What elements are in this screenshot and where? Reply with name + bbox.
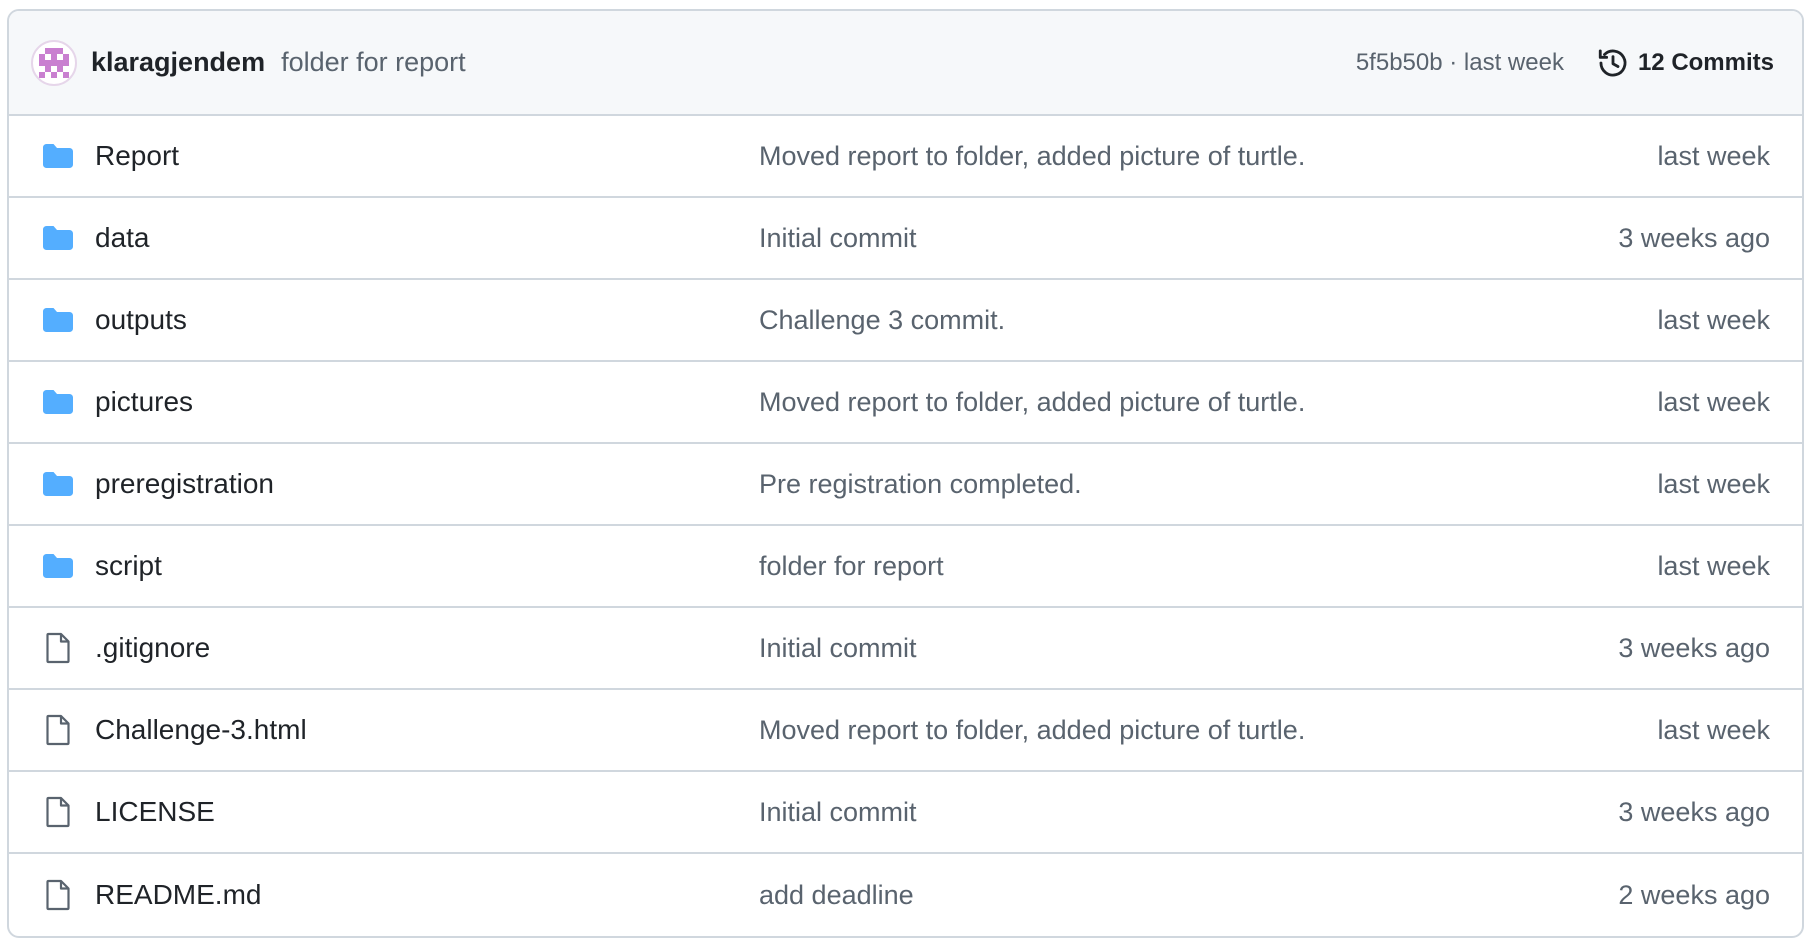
- file-icon: [41, 631, 75, 665]
- file-commit-message-link[interactable]: Moved report to folder, added picture of…: [759, 387, 1657, 418]
- file-commit-date: last week: [1657, 140, 1770, 171]
- folder-icon: [41, 467, 75, 501]
- file-name-link[interactable]: script: [95, 550, 759, 582]
- file-row[interactable]: pictures Moved report to folder, added pi…: [9, 362, 1802, 444]
- file-commit-date: last week: [1657, 386, 1770, 417]
- file-name-link[interactable]: pictures: [95, 386, 759, 418]
- commit-author-link[interactable]: klaragjendem: [91, 47, 265, 78]
- identicon-avatar[interactable]: [31, 39, 77, 86]
- file-icon: [41, 795, 75, 829]
- file-name-link[interactable]: Report: [95, 140, 759, 172]
- identicon-avatar-icon: [39, 47, 69, 78]
- file-name-link[interactable]: data: [95, 222, 759, 254]
- commits-count-label: 12 Commits: [1637, 48, 1774, 76]
- file-commit-message-link[interactable]: Moved report to folder, added picture of…: [759, 141, 1657, 172]
- file-commit-message-link[interactable]: Initial commit: [759, 633, 1618, 664]
- file-name-link[interactable]: preregistration: [95, 468, 759, 500]
- history-icon: [1596, 46, 1630, 80]
- file-commit-date: last week: [1657, 304, 1770, 335]
- file-name-link[interactable]: outputs: [95, 304, 759, 336]
- file-row[interactable]: README.md add deadline 2 weeks ago: [9, 854, 1802, 936]
- file-row[interactable]: .gitignore Initial commit 3 weeks ago: [9, 608, 1802, 690]
- folder-icon: [41, 139, 75, 173]
- latest-commit-message[interactable]: folder for report: [281, 47, 466, 78]
- commits-history-link[interactable]: 12 Commits: [1596, 46, 1774, 80]
- file-row[interactable]: outputs Challenge 3 commit. last week: [9, 280, 1802, 362]
- latest-commit-header: klaragjendem folder for report 5f5b50b ·…: [9, 11, 1802, 116]
- file-commit-date: 2 weeks ago: [1618, 879, 1770, 910]
- file-icon: [41, 878, 75, 912]
- file-commit-message-link[interactable]: Pre registration completed.: [759, 469, 1657, 500]
- file-commit-date: 3 weeks ago: [1618, 796, 1770, 827]
- file-list-box: klaragjendem folder for report 5f5b50b ·…: [7, 9, 1804, 938]
- file-name-link[interactable]: LICENSE: [95, 796, 759, 828]
- file-commit-message-link[interactable]: add deadline: [759, 880, 1618, 911]
- file-commit-date: last week: [1657, 550, 1770, 581]
- file-icon: [41, 713, 75, 747]
- file-name-link[interactable]: README.md: [95, 879, 759, 911]
- file-commit-date: last week: [1657, 468, 1770, 499]
- file-row[interactable]: Report Moved report to folder, added pict…: [9, 116, 1802, 198]
- file-name-link[interactable]: Challenge-3.html: [95, 714, 759, 746]
- file-table: Report Moved report to folder, added pict…: [9, 116, 1802, 936]
- file-commit-message-link[interactable]: folder for report: [759, 551, 1657, 582]
- file-commit-message-link[interactable]: Initial commit: [759, 223, 1618, 254]
- commit-hash-and-date[interactable]: 5f5b50b · last week: [1356, 49, 1564, 77]
- folder-icon: [41, 385, 75, 419]
- file-row[interactable]: Challenge-3.html Moved report to folder, …: [9, 690, 1802, 772]
- file-row[interactable]: script folder for report last week: [9, 526, 1802, 608]
- file-row[interactable]: data Initial commit 3 weeks ago: [9, 198, 1802, 280]
- file-commit-message-link[interactable]: Challenge 3 commit.: [759, 305, 1657, 336]
- file-name-link[interactable]: .gitignore: [95, 632, 759, 664]
- folder-icon: [41, 221, 75, 255]
- folder-icon: [41, 549, 75, 583]
- file-row[interactable]: LICENSE Initial commit 3 weeks ago: [9, 772, 1802, 854]
- file-commit-message-link[interactable]: Initial commit: [759, 797, 1618, 828]
- file-commit-date: 3 weeks ago: [1618, 632, 1770, 663]
- file-commit-date: last week: [1657, 714, 1770, 745]
- file-commit-message-link[interactable]: Moved report to folder, added picture of…: [759, 715, 1657, 746]
- file-commit-date: 3 weeks ago: [1618, 222, 1770, 253]
- folder-icon: [41, 303, 75, 337]
- file-row[interactable]: preregistration Pre registration complete…: [9, 444, 1802, 526]
